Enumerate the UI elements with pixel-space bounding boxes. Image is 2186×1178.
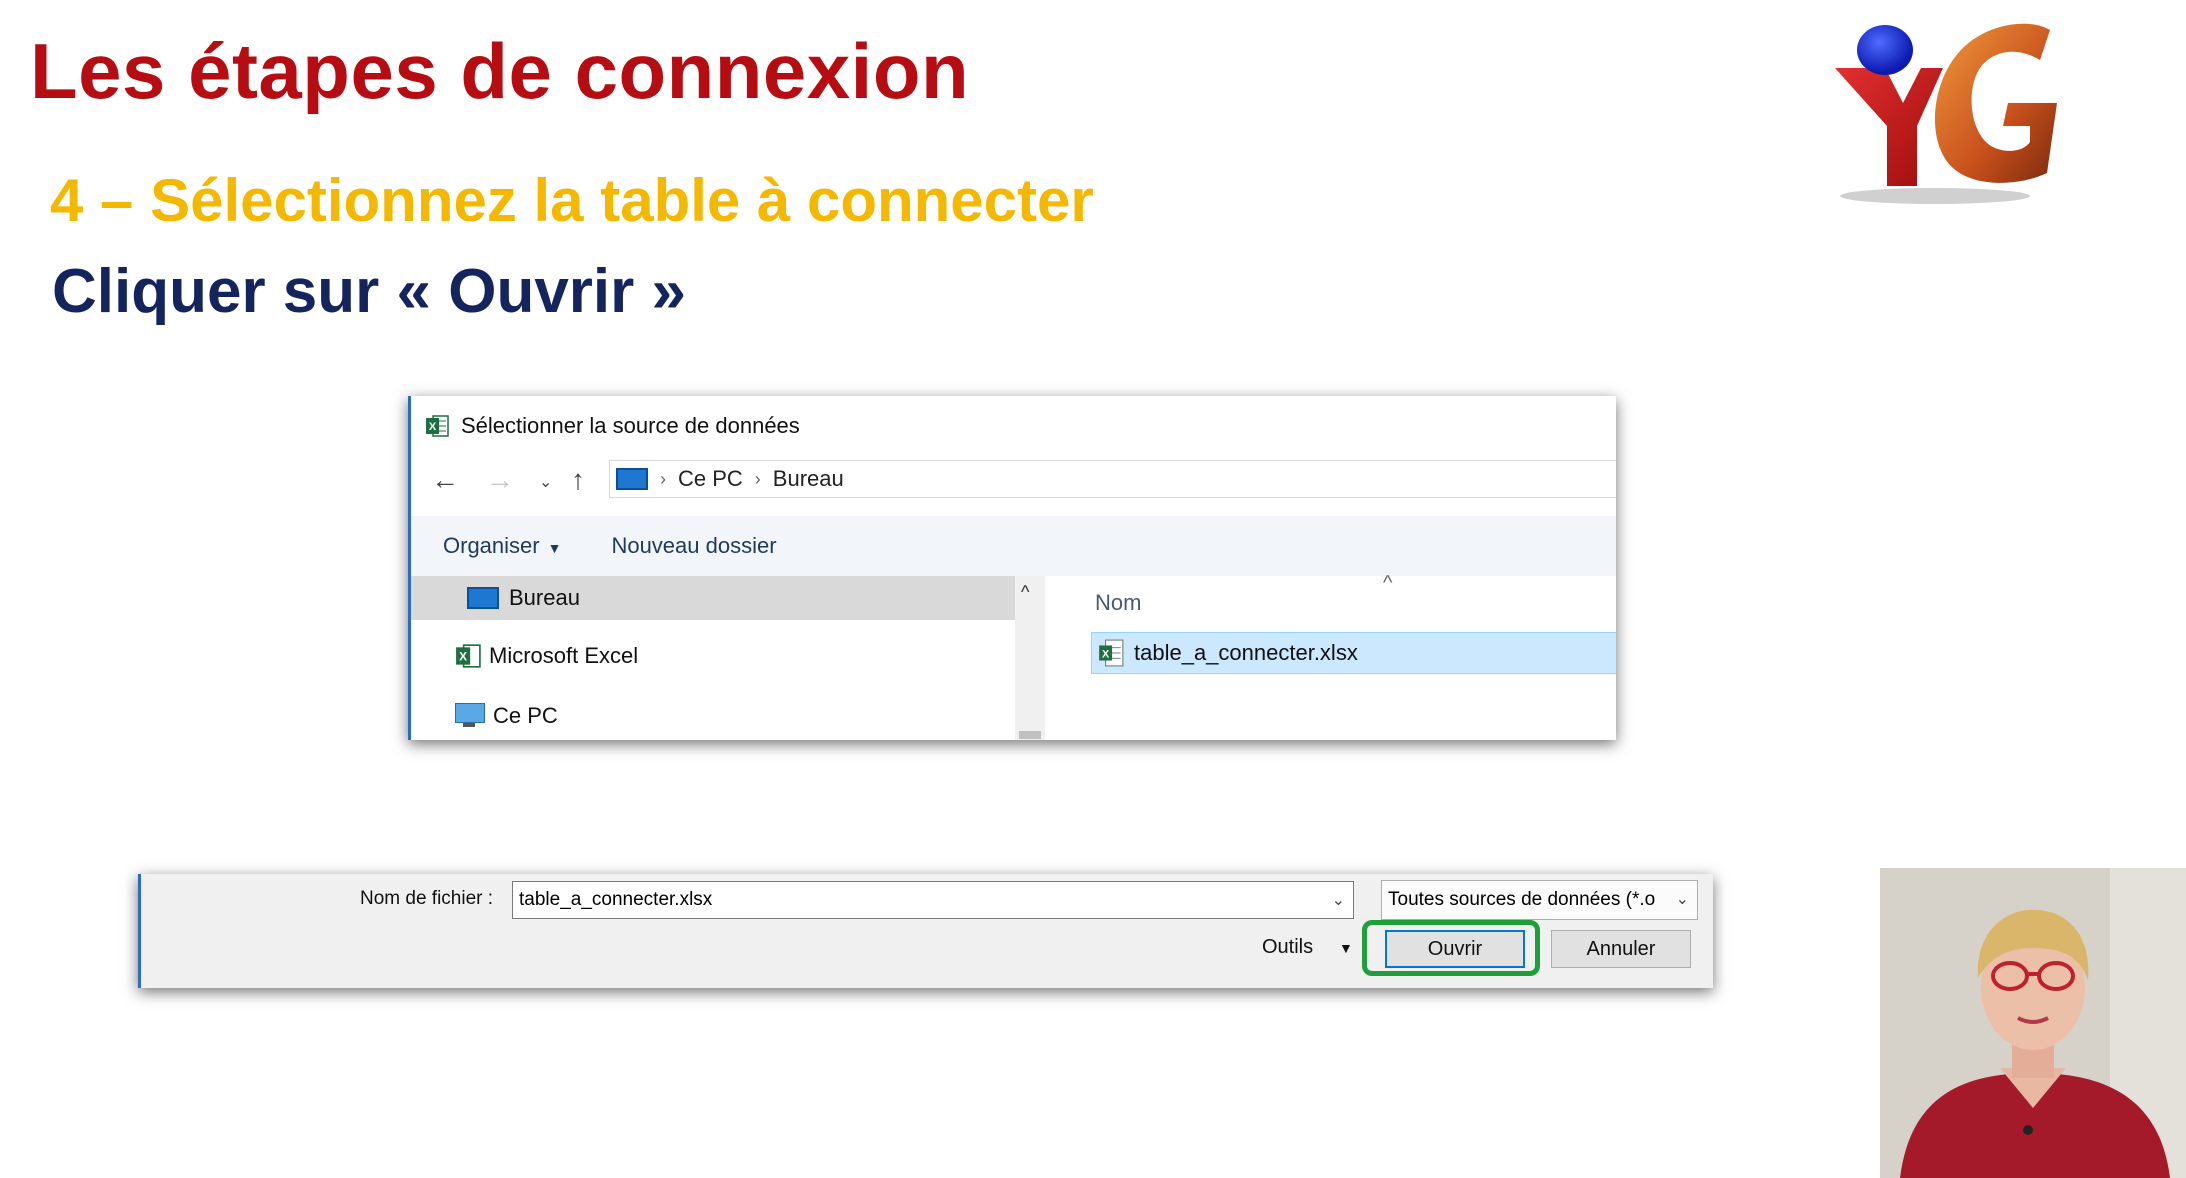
navigation-bar: ← → ⌄ ↑ › Ce PC › Bureau	[411, 454, 1616, 504]
breadcrumb-item[interactable]: Bureau	[773, 466, 844, 492]
scroll-up-icon[interactable]: ^	[1021, 582, 1029, 603]
nav-item-ce-pc[interactable]: Ce PC	[411, 694, 1015, 738]
slide-subtitle: 4 – Sélectionnez la table à connecter	[50, 167, 1094, 234]
forward-arrow-icon[interactable]: →	[486, 464, 514, 496]
filename-value: table_a_connecter.xlsx	[519, 889, 713, 910]
organize-label: Organiser	[443, 533, 540, 558]
svg-text:X: X	[459, 649, 467, 663]
desktop-icon	[467, 587, 499, 609]
nav-item-label: Bureau	[509, 585, 580, 610]
breadcrumb-separator-icon: ›	[754, 468, 761, 489]
nav-item-label: Ce PC	[493, 703, 558, 728]
tools-button[interactable]: Outils	[1262, 936, 1313, 959]
breadcrumb-separator-icon: ›	[660, 468, 666, 489]
slide-instruction: Cliquer sur « Ouvrir »	[52, 257, 686, 326]
desktop-icon	[616, 468, 648, 490]
slide-title: Les étapes de connexion	[30, 27, 970, 115]
back-arrow-icon[interactable]: ←	[431, 464, 459, 496]
sort-ascending-icon: ^	[1383, 572, 1393, 594]
navigation-pane: Bureau X Microsoft Excel Ce PC	[411, 576, 1015, 740]
excel-icon: X	[426, 415, 449, 437]
dialog-title: Sélectionner la source de données	[461, 413, 800, 438]
chevron-down-icon[interactable]: ⌄	[1332, 890, 1345, 910]
scrollbar-thumb[interactable]	[1019, 731, 1041, 739]
yg-logo	[1835, 23, 2057, 204]
recent-dropdown-icon[interactable]: ⌄	[539, 472, 552, 492]
filetype-select[interactable]: Toutes sources de données (*.o ⌄	[1381, 880, 1698, 920]
nav-item-label: Microsoft Excel	[489, 643, 639, 668]
filetype-value: Toutes sources de données (*.o	[1388, 889, 1656, 910]
caret-down-icon[interactable]: ▼	[1339, 940, 1353, 956]
caret-down-icon: ▼	[547, 540, 562, 556]
dialog-toolbar: Organiser ▼ Nouveau dossier	[411, 516, 1616, 576]
nav-item-bureau[interactable]: Bureau	[411, 576, 1015, 620]
nav-scrollbar[interactable]: ^	[1015, 576, 1045, 740]
breadcrumb-item[interactable]: Ce PC	[678, 466, 743, 492]
address-bar[interactable]: › Ce PC › Bureau	[609, 460, 1616, 498]
excel-icon: X	[456, 644, 481, 668]
presenter-avatar	[1880, 868, 2186, 1178]
file-item-selected[interactable]: X table_a_connecter.xlsx	[1091, 632, 1616, 674]
cancel-button[interactable]: Annuler	[1551, 930, 1691, 968]
open-button-highlight	[1362, 920, 1540, 976]
column-header-name[interactable]: Nom	[1095, 590, 1141, 616]
new-folder-button[interactable]: Nouveau dossier	[611, 533, 776, 559]
organize-button[interactable]: Organiser ▼	[443, 533, 561, 559]
filename-input[interactable]: table_a_connecter.xlsx ⌄	[512, 881, 1354, 919]
file-name: table_a_connecter.xlsx	[1134, 640, 1358, 665]
svg-text:X: X	[1102, 648, 1110, 660]
nav-item-microsoft-excel[interactable]: X Microsoft Excel	[411, 634, 1015, 678]
excel-file-icon: X	[1099, 639, 1124, 667]
up-arrow-icon[interactable]: ↑	[571, 464, 585, 496]
computer-icon	[455, 703, 485, 729]
filename-label: Nom de fichier :	[360, 888, 494, 909]
file-list: ^ Nom X table_a_connecter.xlsx	[1071, 572, 1616, 740]
dialog-title-bar: X Sélectionner la source de données	[425, 408, 800, 444]
select-source-dialog: X Sélectionner la source de données ← → …	[408, 396, 1616, 740]
svg-text:X: X	[429, 421, 437, 433]
chevron-down-icon[interactable]: ⌄	[1671, 889, 1689, 909]
presenter-webcam	[1880, 868, 2186, 1178]
